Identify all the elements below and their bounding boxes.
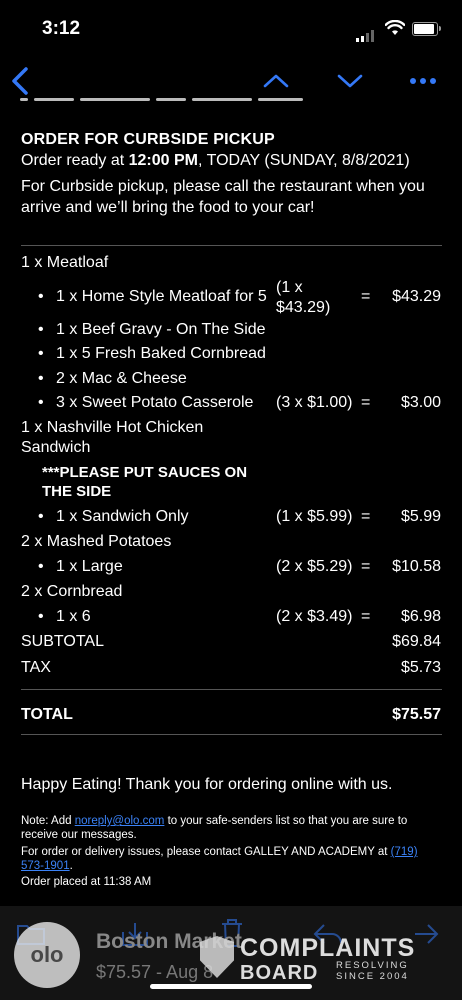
sub-item-name: 1 x Home Style Meatloaf for 5 [56,288,267,305]
tax-label: TAX [21,659,51,676]
tagline-line: SINCE 2004 [336,971,409,982]
watermark-tagline: RESOLVING SINCE 2004 [336,960,409,982]
sub-item: 1 x Large [38,557,123,577]
sub-item: 1 x 5 Fresh Baked Cornbread [38,344,266,364]
cellular-signal-icon [356,24,376,42]
total-label: TOTAL [21,706,73,723]
thank-you-message: Happy Eating! Thank you for ordering onl… [21,776,393,793]
ready-time: 12:00 PM [128,152,198,169]
sub-item-name: 3 x Sweet Potato Casserole [56,394,254,411]
line-amount: $5.99 [400,508,441,525]
divider [21,689,442,690]
sub-item-name: 1 x 6 [56,608,91,625]
order-heading: ORDER FOR CURBSIDE PICKUP [21,131,275,148]
line-item: 1 x Nashville Hot Chicken Sandwich [21,418,203,458]
order-placed-time: Order placed at 11:38 AM [21,876,152,888]
status-bar: 3:12 [0,0,462,56]
price-line: $43.29) [276,299,331,316]
item-name-line: 1 x Nashville Hot Chicken [21,419,204,436]
total-amount: $75.57 [392,706,441,723]
note-text: Note: Add [21,815,75,827]
unit-price: (2 x $3.49) [276,608,353,625]
item-name-line: Sandwich [21,439,91,456]
chevron-down-icon[interactable] [336,72,364,90]
tagline-line: RESOLVING [336,960,409,971]
special-instructions: ***PLEASE PUT SAUCES ON THE SIDE [42,463,247,501]
forward-icon[interactable] [412,922,440,946]
sub-item: 1 x Home Style Meatloaf for 5 [38,287,267,307]
email-link[interactable]: noreply@olo.com [75,815,165,827]
line-amount: $43.29 [392,288,441,305]
watermark-line1: COMPLAINTS [240,934,416,962]
chevron-up-icon[interactable] [262,72,290,90]
line-item: 2 x Cornbread [21,583,123,600]
line-item: 2 x Mashed Potatoes [21,533,172,550]
qty-line: (1 x [276,279,303,296]
order-ready-line: Order ready at 12:00 PM, TODAY (SUNDAY, … [21,151,443,171]
unit-price: (1 x $5.99) [276,508,353,525]
equals-sign: = [361,558,371,575]
message-preview: $75.57 - Aug 8 [96,962,214,982]
equals-sign: = [361,608,371,625]
ready-date: , TODAY (SUNDAY, 8/8/2021) [197,152,410,169]
sub-item-name: 1 x Beef Gravy - On The Side [56,321,266,338]
tax-amount: $5.73 [400,659,441,676]
equals-sign: = [361,394,371,411]
line-amount: $3.00 [400,394,441,411]
sub-item: 3 x Sweet Potato Casserole [38,393,253,413]
battery-icon [412,22,441,36]
pickup-instructions: For Curbside pickup, please call the res… [21,178,425,216]
sub-item-name: 1 x Sandwich Only [56,508,189,525]
subtotal-amount: $69.84 [392,633,441,650]
status-time: 3:12 [42,18,81,39]
note-line: THE SIDE [42,483,112,500]
more-horizontal-icon[interactable] [408,72,438,90]
sub-item: 2 x Mac & Cheese [38,369,187,389]
equals-sign: = [361,508,371,525]
sub-item-name: 2 x Mac & Cheese [56,370,187,387]
subtotal-label: SUBTOTAL [21,633,104,650]
divider [21,245,442,246]
line-amount: $10.58 [392,558,441,575]
line-item: 1 x Meatloaf [21,254,109,271]
sub-item-name: 1 x Large [56,558,123,575]
watermark-line2: BOARD [240,962,319,984]
sub-item: 1 x Sandwich Only [38,507,189,527]
wifi-icon [385,20,405,35]
chevron-left-icon[interactable] [8,66,32,96]
note-line: ***PLEASE PUT SAUCES ON [42,464,248,481]
home-indicator[interactable] [150,984,312,989]
olo-logo: olo [14,922,80,988]
sub-item: 1 x 6 [38,607,91,627]
order-header: ORDER FOR CURBSIDE PICKUP Order ready at… [21,130,443,218]
unit-price: (3 x $1.00) [276,394,353,411]
safe-senders-note: Note: Add noreply@olo.com to your safe-s… [21,814,441,842]
clipped-text-line [20,98,350,104]
divider [21,734,442,735]
sub-item: 1 x Beef Gravy - On The Side [38,320,266,340]
issues-text: . [69,860,73,872]
ready-prefix: Order ready at [21,152,129,169]
sub-item-name: 1 x 5 Fresh Baked Cornbread [56,345,266,362]
equals-sign: = [361,288,371,305]
issues-text: For order or delivery issues, please con… [21,846,391,858]
order-issues-note: For order or delivery issues, please con… [21,845,441,873]
unit-price: (2 x $5.29) [276,558,353,575]
logo-text: olo [30,942,64,967]
line-amount: $6.98 [400,608,441,625]
unit-price: (1 x $43.29) [276,278,330,318]
